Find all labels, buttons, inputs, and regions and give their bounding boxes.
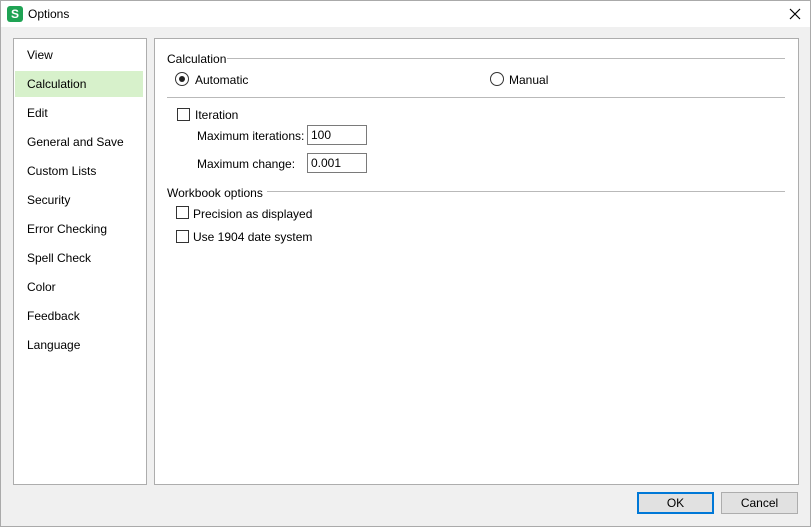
app-logo-icon: S [7, 6, 23, 22]
sidebar-item-custom-lists[interactable]: Custom Lists [15, 158, 143, 184]
automatic-label[interactable]: Automatic [195, 73, 248, 87]
sidebar-item-label: View [27, 48, 53, 62]
automatic-radio[interactable] [175, 72, 189, 86]
max-iterations-label: Maximum iterations: [197, 129, 305, 143]
sidebar-item-label: Custom Lists [27, 164, 97, 178]
manual-label[interactable]: Manual [509, 73, 548, 87]
sidebar-item-view[interactable]: View [15, 42, 143, 68]
cancel-button[interactable]: Cancel [721, 492, 798, 514]
close-button[interactable] [780, 1, 810, 27]
sidebar-item-edit[interactable]: Edit [15, 100, 143, 126]
calculation-group-divider [227, 58, 785, 59]
manual-radio[interactable] [490, 72, 504, 86]
date1904-label[interactable]: Use 1904 date system [193, 230, 312, 244]
sidebar-item-spell-check[interactable]: Spell Check [15, 245, 143, 271]
sidebar-item-label: General and Save [27, 135, 124, 149]
calculation-panel: Calculation Automatic Manual Iteration M… [154, 38, 799, 485]
sidebar-item-label: Edit [27, 106, 48, 120]
sidebar-item-general-and-save[interactable]: General and Save [15, 129, 143, 155]
calculation-group-title: Calculation [167, 52, 227, 66]
workbook-group-title: Workbook options [167, 186, 263, 200]
workbook-group-divider [267, 191, 785, 192]
sidebar-item-calculation[interactable]: Calculation [15, 71, 143, 97]
precision-checkbox[interactable] [176, 206, 189, 219]
sidebar-item-label: Security [27, 193, 71, 207]
sidebar-item-feedback[interactable]: Feedback [15, 303, 143, 329]
sidebar-item-color[interactable]: Color [15, 274, 143, 300]
window-title: Options [28, 7, 70, 21]
iteration-checkbox[interactable] [177, 108, 190, 121]
sidebar-item-label: Feedback [27, 309, 80, 323]
sidebar-item-label: Color [27, 280, 56, 294]
sidebar-item-error-checking[interactable]: Error Checking [15, 216, 143, 242]
sidebar-item-security[interactable]: Security [15, 187, 143, 213]
radio-selected-dot [179, 76, 185, 82]
max-change-label: Maximum change: [197, 157, 296, 171]
sidebar-item-label: Language [27, 338, 81, 352]
section-divider [167, 97, 785, 98]
max-iterations-field[interactable] [307, 125, 367, 145]
ok-button[interactable]: OK [637, 492, 714, 514]
sidebar-item-label: Calculation [27, 77, 87, 91]
iteration-label[interactable]: Iteration [195, 108, 238, 122]
max-change-field[interactable] [307, 153, 367, 173]
sidebar-item-label: Error Checking [27, 222, 108, 236]
sidebar-item-label: Spell Check [27, 251, 92, 265]
close-icon [789, 8, 801, 20]
options-dialog: S Options View Calculation Edit General … [0, 0, 811, 527]
sidebar-item-language[interactable]: Language [15, 332, 143, 358]
title-bar: S Options [1, 1, 810, 27]
options-sidebar: View Calculation Edit General and Save C… [13, 38, 147, 485]
precision-label[interactable]: Precision as displayed [193, 207, 312, 221]
date1904-checkbox[interactable] [176, 230, 189, 243]
